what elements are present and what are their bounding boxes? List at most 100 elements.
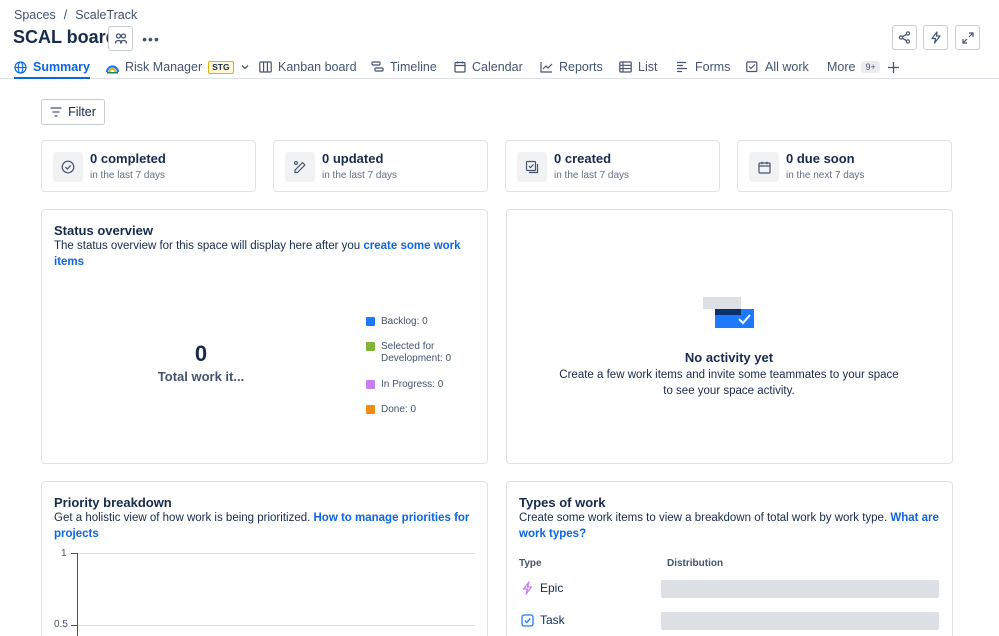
more-count-badge: 9+ (861, 61, 880, 73)
more-actions-button[interactable]: ••• (140, 29, 162, 49)
types-of-work-description: Create some work items to view a breakdo… (519, 510, 944, 542)
breadcrumb-spaces-link[interactable]: Spaces (14, 8, 56, 22)
tab-label: Timeline (390, 60, 437, 74)
stat-card-due-soon[interactable]: 0 due soon in the next 7 days (737, 140, 952, 192)
team-button[interactable] (108, 26, 133, 51)
empty-activity-illustration (703, 297, 755, 329)
share-button[interactable] (892, 25, 917, 50)
type-row-task: Task (521, 613, 565, 627)
calendar-icon (454, 61, 466, 73)
stat-caption: in the last 7 days (322, 170, 398, 181)
tab-risk-manager[interactable]: Risk Manager STG (106, 56, 250, 78)
more-horizontal-icon: ••• (142, 31, 160, 47)
tab-summary[interactable]: Summary (14, 56, 90, 79)
breadcrumb-project-link[interactable]: ScaleTrack (75, 8, 137, 22)
plus-icon (887, 61, 900, 74)
stat-value: 0 created (554, 151, 612, 166)
tab-label: Kanban board (278, 60, 357, 74)
filter-button[interactable]: Filter (41, 99, 105, 125)
priority-breakdown-title: Priority breakdown (54, 495, 172, 510)
legend-item-selected: Selected for Development: 0 (366, 341, 466, 365)
gridline (71, 553, 475, 554)
gridline (71, 625, 475, 626)
tab-list[interactable]: List (619, 56, 657, 78)
filter-icon (50, 107, 62, 117)
legend-label: Selected for Development: 0 (381, 341, 452, 364)
legend-label: Backlog: 0 (381, 316, 428, 327)
people-icon (114, 32, 128, 46)
tab-label: List (638, 60, 658, 74)
total-work-label: Total work it... (157, 369, 245, 384)
priority-breakdown-text: Get a holistic view of how work is being… (54, 512, 314, 524)
tab-all-work[interactable]: All work (746, 56, 809, 78)
tab-label: Forms (695, 60, 731, 74)
stat-value: 0 updated (322, 151, 384, 166)
distribution-column-header: Distribution (667, 558, 724, 569)
y-axis-tick-mark (71, 553, 77, 554)
activity-panel (506, 209, 953, 464)
fullscreen-button[interactable] (955, 25, 980, 50)
priority-breakdown-description: Get a holistic view of how work is being… (54, 510, 480, 542)
add-view-button[interactable] (887, 56, 900, 78)
expand-icon (961, 31, 974, 44)
tab-more[interactable]: More 9+ (827, 56, 880, 78)
legend-swatch (366, 380, 375, 389)
edit-icon (285, 152, 315, 182)
no-activity-title: No activity yet (684, 350, 774, 365)
forms-icon (676, 61, 689, 73)
types-of-work-title: Types of work (519, 495, 606, 510)
tab-label: All work (765, 60, 809, 74)
tab-reports[interactable]: Reports (540, 56, 603, 78)
legend-label: Done: 0 (381, 404, 417, 415)
tab-calendar[interactable]: Calendar (454, 56, 523, 78)
tab-kanban-board[interactable]: Kanban board (259, 56, 357, 78)
epic-icon (521, 581, 534, 595)
distribution-bar (661, 612, 939, 630)
globe-icon (14, 60, 27, 74)
stat-card-created[interactable]: 0 created in the last 7 days (505, 140, 720, 192)
legend-item-done: Done: 0 (366, 404, 416, 416)
tab-label: Calendar (472, 60, 523, 74)
list-icon (619, 61, 632, 73)
tab-label: More (827, 60, 856, 74)
view-tabs: Summary Risk Manager STG Kanban board Ti… (0, 56, 999, 79)
risk-manager-app-icon (106, 61, 119, 74)
status-overview-title: Status overview (54, 223, 153, 238)
type-label: Task (540, 613, 565, 627)
no-activity-description: Create a few work items and invite some … (559, 369, 899, 397)
environment-badge: STG (208, 60, 234, 74)
breadcrumb: Spaces / ScaleTrack (14, 8, 137, 22)
automation-button[interactable] (923, 25, 948, 50)
legend-swatch (366, 317, 375, 326)
share-icon (898, 31, 911, 44)
stat-card-updated[interactable]: 0 updated in the last 7 days (273, 140, 488, 192)
page-title: SCAL board (13, 27, 117, 47)
type-row-epic: Epic (521, 581, 563, 595)
legend-swatch (366, 405, 375, 414)
board-icon (259, 61, 272, 73)
stat-value: 0 completed (90, 151, 166, 166)
check-circle-icon (53, 152, 83, 182)
stat-card-completed[interactable]: 0 completed in the last 7 days (41, 140, 256, 192)
legend-item-backlog: Backlog: 0 (366, 316, 428, 328)
timeline-icon (371, 61, 384, 73)
total-work-count: 0 (194, 341, 208, 366)
tab-label: Risk Manager (125, 60, 203, 74)
all-work-icon (746, 61, 759, 73)
y-axis-line (77, 553, 78, 636)
status-overview-text: The status overview for this space will … (54, 240, 364, 252)
y-axis-tick-mark (71, 625, 77, 626)
tab-forms[interactable]: Forms (676, 56, 730, 78)
breadcrumb-separator: / (63, 8, 68, 22)
type-label: Epic (540, 581, 564, 595)
chevron-down-icon[interactable] (240, 62, 250, 72)
tab-timeline[interactable]: Timeline (371, 56, 437, 78)
tab-label: Reports (559, 60, 603, 74)
types-of-work-text: Create some work items to view a breakdo… (519, 512, 891, 524)
y-axis-tick: 1 (61, 548, 67, 559)
active-tab-indicator (14, 77, 90, 79)
stat-value: 0 due soon (786, 151, 855, 166)
type-column-header: Type (519, 558, 542, 569)
legend-swatch (366, 342, 375, 351)
stat-caption: in the next 7 days (786, 170, 865, 181)
